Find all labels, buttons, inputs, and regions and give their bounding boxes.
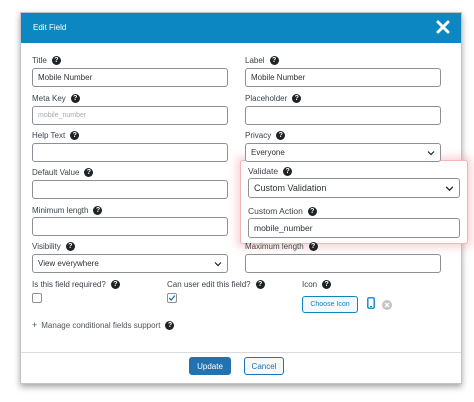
dialog-title: Edit Field bbox=[33, 23, 67, 32]
default-value-label: Default Value? bbox=[32, 168, 94, 177]
meta-key-input[interactable]: mobile_number bbox=[32, 106, 228, 125]
help-text-label: Help Text? bbox=[32, 131, 80, 140]
maximum-length-label: Maximum length? bbox=[245, 242, 318, 251]
help-icon[interactable]: ? bbox=[292, 94, 302, 103]
mobile-phone-icon bbox=[367, 297, 375, 309]
help-icon[interactable]: ? bbox=[276, 131, 286, 140]
footer-divider bbox=[21, 352, 461, 353]
placeholder-label: Placeholder? bbox=[245, 94, 302, 103]
visibility-label: Visibility? bbox=[32, 242, 75, 251]
custom-action-input[interactable]: mobile_number bbox=[248, 218, 460, 238]
privacy-select[interactable]: Everyone bbox=[245, 143, 441, 162]
help-icon[interactable]: ? bbox=[84, 168, 94, 177]
custom-action-label: Custom Action? bbox=[248, 206, 317, 216]
label-label: Label? bbox=[245, 56, 279, 65]
help-icon[interactable]: ? bbox=[255, 280, 265, 289]
maximum-length-input[interactable] bbox=[245, 254, 441, 273]
user-editable-checkbox[interactable] bbox=[167, 293, 177, 303]
help-icon[interactable]: ? bbox=[269, 56, 279, 65]
validate-select[interactable]: Custom Validation bbox=[248, 178, 460, 198]
help-icon[interactable]: ? bbox=[70, 94, 80, 103]
privacy-label: Privacy? bbox=[245, 131, 286, 140]
title-label: Title? bbox=[32, 56, 61, 65]
help-icon[interactable]: ? bbox=[283, 166, 293, 176]
validate-label: Validate? bbox=[248, 166, 293, 176]
remove-icon[interactable] bbox=[382, 300, 392, 310]
placeholder-input[interactable] bbox=[245, 106, 441, 125]
help-icon[interactable]: ? bbox=[322, 280, 332, 289]
help-icon[interactable]: ? bbox=[110, 280, 120, 289]
help-icon[interactable]: ? bbox=[93, 206, 103, 215]
help-icon[interactable]: ? bbox=[165, 320, 175, 330]
update-button[interactable]: Update bbox=[189, 357, 231, 375]
help-icon[interactable]: ? bbox=[308, 242, 318, 251]
checkmark-icon bbox=[168, 295, 176, 301]
required-checkbox[interactable] bbox=[32, 293, 42, 303]
help-icon[interactable]: ? bbox=[51, 56, 61, 65]
choose-icon-button[interactable]: Choose Icon bbox=[302, 296, 358, 313]
meta-key-label: Meta Key? bbox=[32, 94, 80, 103]
help-icon[interactable]: ? bbox=[65, 242, 75, 251]
default-value-input[interactable] bbox=[32, 180, 228, 199]
manage-conditional-link[interactable]: + Manage conditional fields support? bbox=[32, 320, 175, 330]
help-text-input[interactable] bbox=[32, 143, 228, 162]
dialog-header: Edit Field bbox=[21, 13, 461, 43]
validate-selected: Custom Validation bbox=[254, 183, 327, 193]
chevron-down-icon bbox=[427, 150, 435, 155]
title-input[interactable]: Mobile Number bbox=[32, 68, 228, 87]
label-input[interactable]: Mobile Number bbox=[245, 68, 441, 87]
icon-label: Icon? bbox=[302, 280, 332, 289]
visibility-selected: View everywhere bbox=[38, 259, 99, 268]
plus-icon: + bbox=[32, 320, 38, 330]
user-editable-label: Can user edit this field?? bbox=[167, 280, 265, 289]
minimum-length-input[interactable] bbox=[32, 217, 228, 236]
help-icon[interactable]: ? bbox=[307, 206, 317, 216]
cancel-button[interactable]: Cancel bbox=[244, 357, 284, 375]
chevron-down-icon bbox=[214, 261, 222, 266]
required-label: Is this field required?? bbox=[32, 280, 120, 289]
help-icon[interactable]: ? bbox=[70, 131, 80, 140]
chevron-down-icon bbox=[445, 185, 454, 191]
visibility-select[interactable]: View everywhere bbox=[32, 254, 228, 273]
minimum-length-label: Minimum length? bbox=[32, 206, 103, 215]
privacy-selected: Everyone bbox=[251, 148, 285, 157]
close-icon[interactable] bbox=[435, 19, 451, 35]
